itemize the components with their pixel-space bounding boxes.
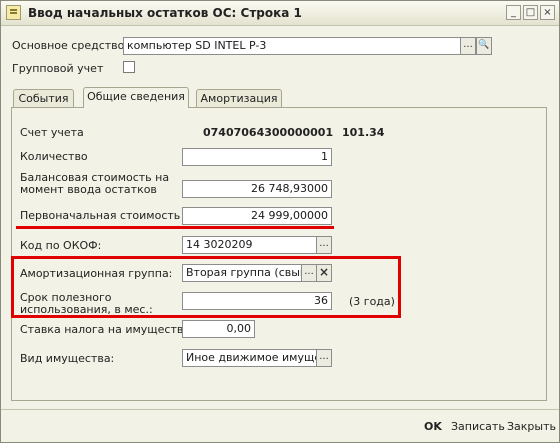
okof-field[interactable]: 14 3020209 bbox=[182, 236, 317, 254]
group-accounting-checkbox[interactable] bbox=[123, 61, 135, 73]
asset-select-button[interactable]: ... bbox=[460, 37, 476, 55]
title-bar[interactable]: Ввод начальных остатков ОС: Строка 1 _ □… bbox=[1, 1, 559, 26]
initial-cost-field[interactable]: 24 999,00000 bbox=[182, 207, 332, 225]
window-title: Ввод начальных остатков ОС: Строка 1 bbox=[28, 6, 302, 20]
property-type-select-button[interactable]: ... bbox=[316, 349, 332, 367]
group-accounting-label: Групповой учет bbox=[12, 62, 104, 75]
property-type-field[interactable]: Иное движимое имущест bbox=[182, 349, 317, 367]
footer-separator bbox=[1, 409, 559, 410]
okof-select-button[interactable]: ... bbox=[316, 236, 332, 254]
form-icon bbox=[6, 5, 21, 20]
property-type-label: Вид имущества: bbox=[20, 352, 115, 365]
quantity-field[interactable]: 1 bbox=[182, 148, 332, 166]
account-label: Счет учета bbox=[20, 126, 84, 139]
initial-cost-highlight-underline bbox=[16, 226, 334, 229]
asset-field[interactable]: компьютер SD INTEL P-3 bbox=[123, 37, 461, 55]
balance-cost-field[interactable]: 26 748,93000 bbox=[182, 180, 332, 198]
tax-rate-label: Ставка налога на имущество bbox=[20, 323, 191, 336]
ok-button[interactable]: OK bbox=[424, 420, 442, 433]
tab-general[interactable]: Общие сведения bbox=[83, 87, 189, 108]
search-icon[interactable]: 🔍 bbox=[476, 37, 492, 55]
tab-depreciation[interactable]: Амортизация bbox=[196, 89, 282, 107]
account-code: 101.34 bbox=[342, 126, 385, 139]
highlight-box bbox=[11, 256, 401, 318]
asset-label: Основное средство bbox=[12, 39, 125, 52]
minimize-button[interactable]: _ bbox=[506, 5, 521, 20]
close-button[interactable]: Закрыть bbox=[507, 420, 556, 433]
save-button[interactable]: Записать bbox=[451, 420, 505, 433]
dialog-window: Ввод начальных остатков ОС: Строка 1 _ □… bbox=[0, 0, 560, 443]
maximize-button[interactable]: □ bbox=[523, 5, 538, 20]
quantity-label: Количество bbox=[20, 150, 88, 163]
initial-cost-label: Первоначальная стоимость bbox=[20, 209, 181, 222]
balance-cost-label-line2: момент ввода остатков bbox=[20, 183, 157, 196]
close-window-button[interactable]: × bbox=[540, 5, 555, 20]
tax-rate-field[interactable]: 0,00 bbox=[182, 320, 255, 338]
tab-events[interactable]: События bbox=[13, 89, 74, 107]
account-number: 07407064300000001 bbox=[203, 126, 334, 139]
okof-label: Код по ОКОФ: bbox=[20, 239, 102, 252]
